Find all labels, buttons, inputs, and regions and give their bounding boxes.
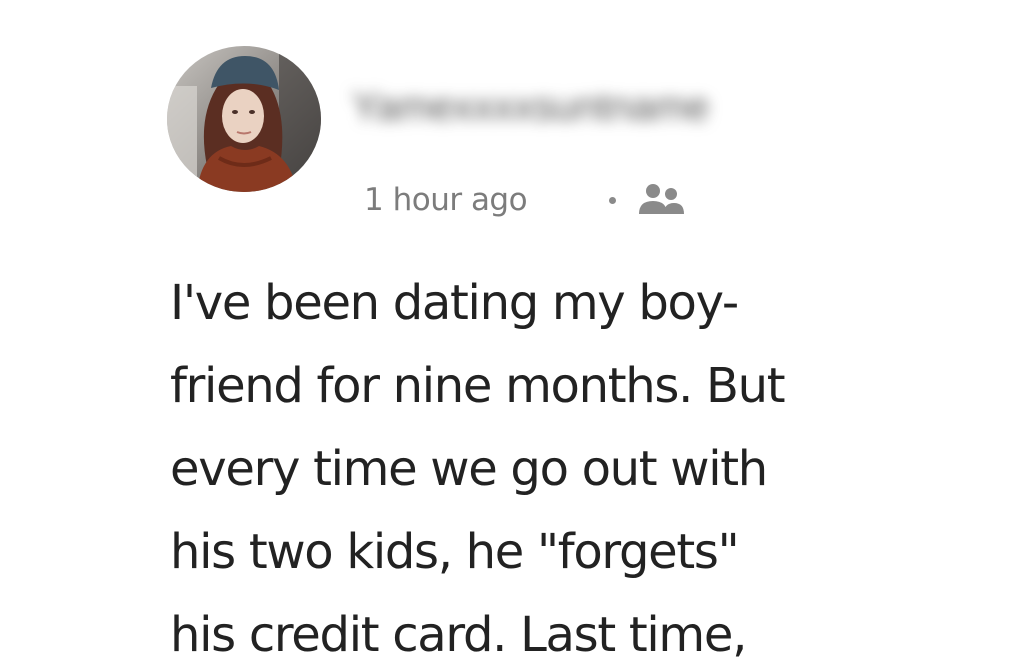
post-text-line: friend for nine months. But [170,358,786,414]
post-text-line: every time we go out with [170,441,768,497]
avatar[interactable] [167,46,321,192]
post-text-line: his credit card. Last time, [170,607,747,663]
post-text-line: I've been dating my boy- [170,275,739,331]
post-card: Yamexxxxsuntname 1 hour ago I've been da… [0,0,1024,667]
friends-icon[interactable] [634,180,688,220]
profile-photo-icon [167,46,321,192]
separator-dot [609,196,617,204]
post-body: I've been dating my boy- friend for nine… [170,262,1000,667]
author-name[interactable]: Yamexxxxsuntname [352,82,872,132]
post-meta: 1 hour ago [364,176,688,224]
post-text-line: his two kids, he "forgets" [170,524,740,580]
timestamp[interactable]: 1 hour ago [364,182,528,218]
